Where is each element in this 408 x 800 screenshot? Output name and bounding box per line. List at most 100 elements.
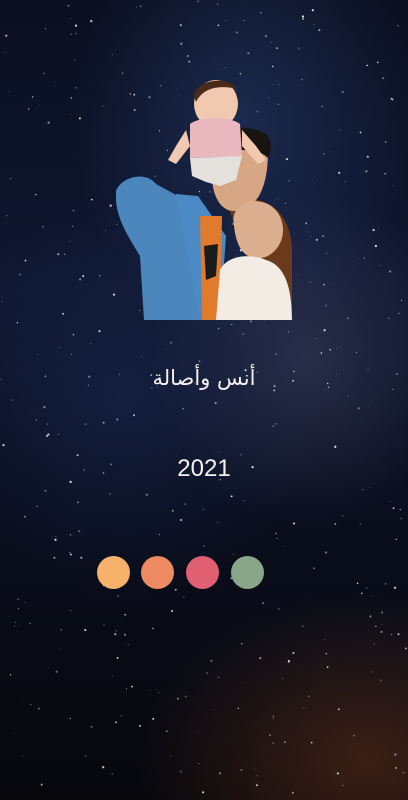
star <box>308 695 310 697</box>
star <box>272 425 275 427</box>
star <box>84 629 87 632</box>
star <box>344 180 346 182</box>
star <box>310 741 313 744</box>
star <box>72 225 74 227</box>
star <box>23 755 24 757</box>
star <box>18 273 21 276</box>
star <box>320 352 323 354</box>
star <box>362 488 364 490</box>
star <box>78 117 81 120</box>
star <box>60 649 61 650</box>
star <box>176 697 179 700</box>
star <box>275 532 277 535</box>
star <box>368 406 369 408</box>
color-dots-row <box>97 556 267 590</box>
star <box>353 734 355 737</box>
star <box>271 42 273 43</box>
star <box>171 610 174 612</box>
color-dot-sage-green[interactable] <box>231 556 264 589</box>
star <box>277 607 280 611</box>
star <box>84 422 87 426</box>
star <box>276 47 278 49</box>
star <box>51 536 53 538</box>
star <box>276 538 278 539</box>
star <box>109 204 112 207</box>
star <box>203 545 205 547</box>
star <box>145 493 148 496</box>
star <box>306 231 309 233</box>
star <box>291 791 294 794</box>
star <box>62 312 65 315</box>
star <box>166 343 168 345</box>
star <box>335 347 338 349</box>
star <box>68 551 72 554</box>
star <box>9 178 12 180</box>
star <box>381 624 383 625</box>
star <box>44 28 46 30</box>
star <box>36 505 38 508</box>
star <box>324 304 328 307</box>
star <box>287 659 291 663</box>
star <box>78 278 82 281</box>
star <box>97 67 98 68</box>
star <box>395 538 398 541</box>
star <box>323 329 326 332</box>
star <box>159 534 161 536</box>
star <box>213 709 215 711</box>
star <box>311 9 314 12</box>
star <box>388 317 390 319</box>
star <box>365 170 368 173</box>
star <box>48 434 49 436</box>
star <box>321 105 323 108</box>
star <box>111 54 113 55</box>
star <box>80 556 83 559</box>
color-dot-coral[interactable] <box>141 556 174 589</box>
star <box>305 222 308 225</box>
star <box>369 615 372 618</box>
star <box>288 331 289 333</box>
star <box>356 352 358 354</box>
star <box>24 259 27 262</box>
star <box>324 639 326 641</box>
star <box>259 656 262 660</box>
color-dot-orange-light[interactable] <box>97 556 130 589</box>
star <box>182 595 185 598</box>
star <box>303 707 305 709</box>
star <box>44 489 47 492</box>
star <box>325 652 328 655</box>
star <box>301 625 305 628</box>
star <box>188 60 191 63</box>
star <box>13 732 15 734</box>
star <box>218 451 220 453</box>
star <box>393 586 397 589</box>
star <box>323 283 325 286</box>
star <box>249 320 252 323</box>
star <box>242 333 244 335</box>
star <box>347 395 349 397</box>
star <box>325 252 328 255</box>
star <box>336 772 339 775</box>
star <box>379 679 382 682</box>
star <box>397 25 399 27</box>
star <box>9 674 12 676</box>
star <box>130 685 133 688</box>
star <box>237 707 239 710</box>
star <box>326 666 329 668</box>
star <box>17 598 20 601</box>
star <box>334 523 337 525</box>
star <box>116 418 119 421</box>
star <box>365 586 368 589</box>
star <box>172 341 173 342</box>
star <box>337 708 340 711</box>
color-dot-red-rose[interactable] <box>186 556 219 589</box>
star <box>90 343 92 345</box>
star <box>395 767 397 769</box>
star <box>33 297 35 298</box>
star <box>182 407 185 410</box>
star <box>60 628 63 632</box>
star <box>271 65 274 68</box>
star <box>372 228 375 232</box>
star <box>197 0 200 3</box>
star <box>231 324 233 326</box>
family-photo <box>116 80 292 320</box>
